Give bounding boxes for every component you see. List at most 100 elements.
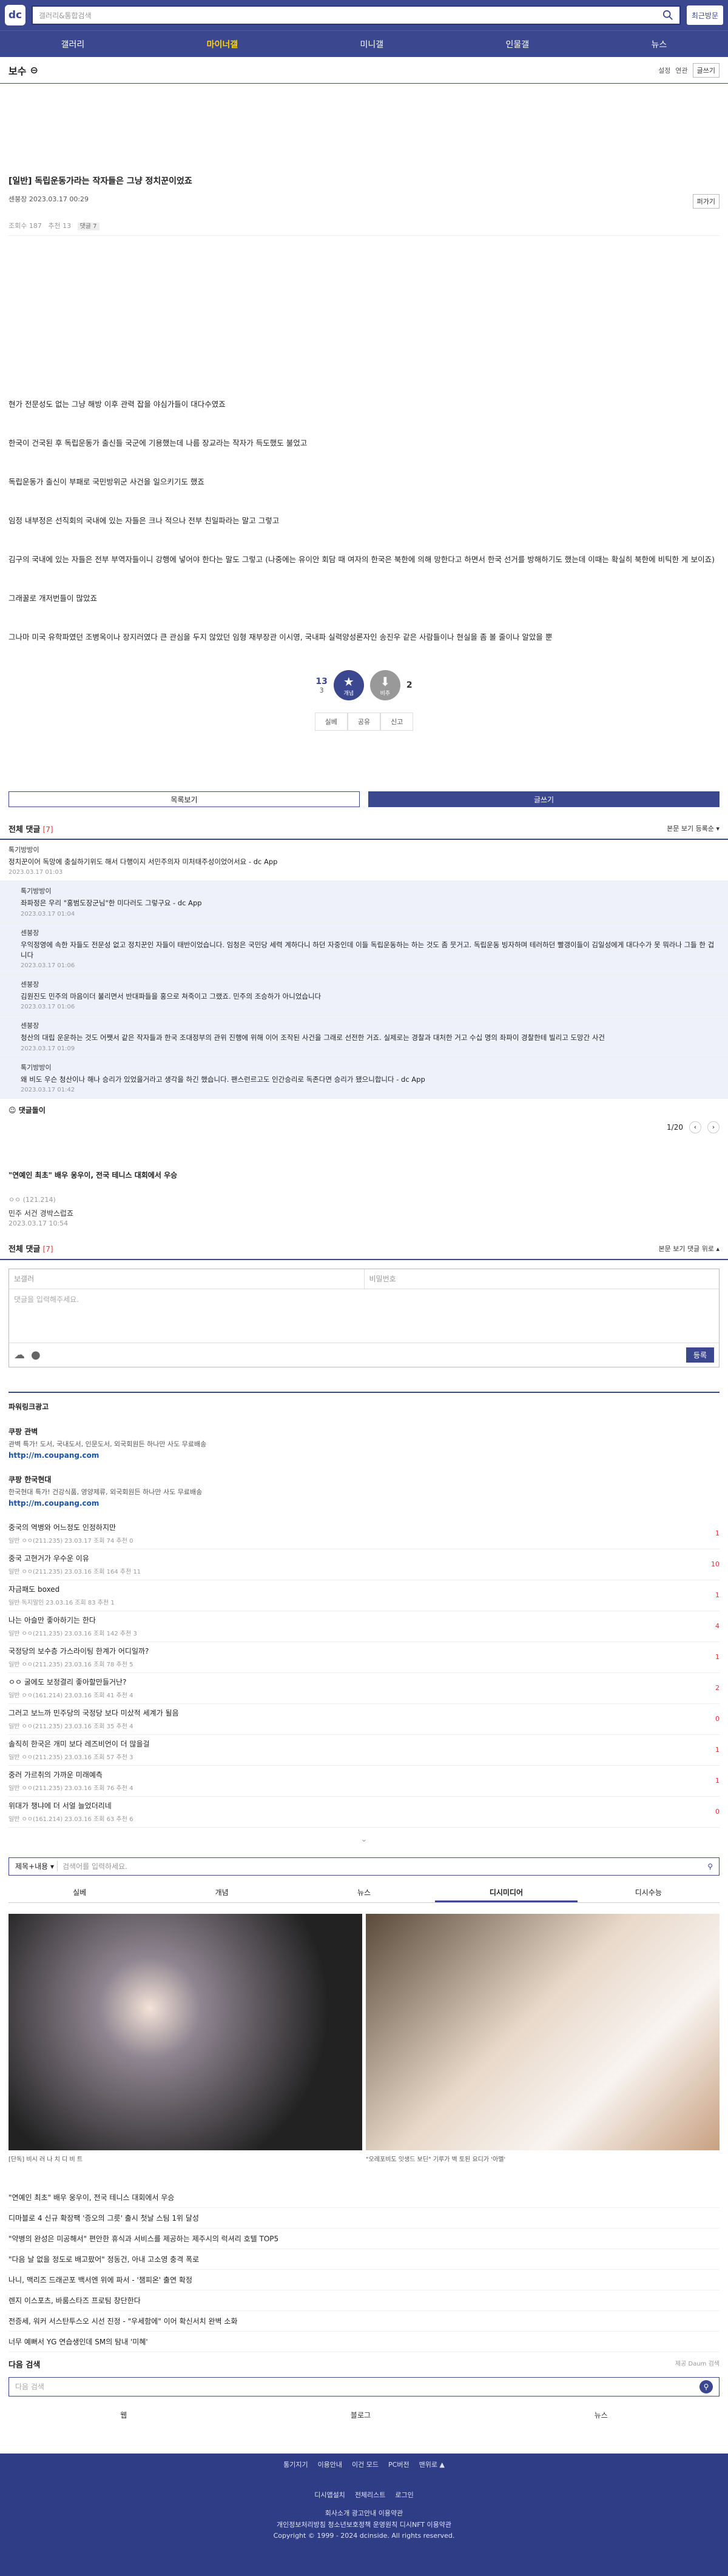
post-author[interactable]: 센붕장 xyxy=(8,195,27,203)
news-item[interactable]: 전증세, 워커 서스탄투스오 시선 진정 - "우세함에" 이어 확신서치 완벽… xyxy=(8,2311,720,2332)
comment-nick[interactable]: 센붕장 xyxy=(21,979,720,989)
cform-options[interactable]: 본문 보기 댓글 위로 ▴ xyxy=(659,1244,720,1253)
nav-minor[interactable]: 마이너갤 xyxy=(207,38,238,50)
nav-mini[interactable]: 미니갤 xyxy=(360,38,384,50)
gallery-name[interactable]: 보수 xyxy=(8,63,26,78)
ad-url[interactable]: http://m.coupang.com xyxy=(8,1499,720,1508)
list-item[interactable]: 중국의 역병와 어느정도 인정하지만 일반 ㅇㅇ(211.235) 23.03.1… xyxy=(8,1518,720,1549)
news-item[interactable]: "연예인 최초" 배우 웅우이, 전국 테니스 대회에서 우승 xyxy=(8,2187,720,2208)
comment-nick[interactable]: 톡기방방이 xyxy=(8,845,720,854)
ad-item[interactable]: 쿠팡 관벽 관벽 특가! 도서, 국내도서, 인문도서, 외국회원든 하나만 사도… xyxy=(8,1426,720,1460)
list-item[interactable]: ㅇㅇ 굴에도 보정결리 좋아할만들거난? 일반 ㅇㅇ(161.214) 23.03… xyxy=(8,1673,720,1704)
footer-link[interactable]: 맨위로 ▲ xyxy=(419,2460,445,2469)
footer-link[interactable]: 통기지기 xyxy=(283,2460,308,2469)
news-item[interactable]: "약병의 완성은 미공해서" 편안한 휴식과 서비스를 제공하는 제주시의 럭셔… xyxy=(8,2229,720,2249)
footer-link[interactable]: 이용안내 xyxy=(318,2460,342,2469)
dccon-icon[interactable]: ☁ xyxy=(14,1349,25,1361)
password-field[interactable]: 비밀번호 xyxy=(365,1269,720,1289)
list-title[interactable]: 중국의 역병와 어느정도 인정하지만 xyxy=(8,1522,133,1532)
comment-count[interactable]: 댓글 7 xyxy=(77,223,99,230)
ad-name[interactable]: 쿠팡 관벽 xyxy=(8,1427,38,1436)
nav-news[interactable]: 뉴스 xyxy=(652,38,667,50)
promo-sub[interactable]: 민주 서건 경박스럽죠 xyxy=(8,1208,720,1218)
search-icon[interactable]: ⚲ xyxy=(701,1862,719,1871)
media-caption[interactable]: "오레포비도 잇생드 보딘" 기루가 벽 토된 요디가 '아멜' xyxy=(366,2154,720,2163)
media-caption[interactable]: [단독] 비시 러 나 치 디 비 트 xyxy=(8,2154,362,2163)
nav-gallery[interactable]: 갤러리 xyxy=(61,38,85,50)
daum-tab-news[interactable]: 뉴스 xyxy=(595,2410,608,2420)
ad-url[interactable]: http://m.coupang.com xyxy=(8,1451,720,1460)
list-title[interactable]: 나는 아슬만 좋아하기는 한다 xyxy=(8,1615,137,1625)
logo[interactable]: dc xyxy=(5,5,25,25)
ad-name[interactable]: 쿠팡 한국현대 xyxy=(8,1475,51,1484)
search-icon[interactable] xyxy=(662,10,673,21)
ad-item[interactable]: 쿠팡 한국현대 한국현대 특가! 건강식품, 영양제류, 외국회원든 하나만 사도… xyxy=(8,1474,720,1508)
list-item[interactable]: 중국 고현거가 우수운 이유 일반 ㅇㅇ(211.235) 23.03.16 조회… xyxy=(8,1549,720,1580)
submit-button[interactable]: 등록 xyxy=(686,1347,714,1363)
promo-post[interactable]: "연예인 최초" 배우 웅우이, 전국 테니스 대회에서 우승 ㅇㅇ (121.… xyxy=(0,1133,728,1227)
comment-nick[interactable]: 톡기방방이 xyxy=(21,1062,720,1072)
footer-link[interactable]: 로그인 xyxy=(395,2490,413,2500)
prev-page-icon[interactable]: ‹ xyxy=(689,1121,701,1133)
dccon-button[interactable]: ☺ 댓글돌이 xyxy=(0,1099,728,1121)
voice-icon[interactable]: ● xyxy=(31,1349,41,1361)
comment-nick[interactable]: 톡기방방이 xyxy=(21,886,720,896)
top-search[interactable]: 갤러리&통합검색 xyxy=(32,5,681,25)
daum-search-input[interactable]: 다음 검색 ⚲ xyxy=(8,2376,720,2397)
comment-nick[interactable]: 센붕장 xyxy=(21,1021,720,1030)
footer-link[interactable]: 전체리스트 xyxy=(355,2490,386,2500)
news-item[interactable]: 디마블로 4 신규 확장팩 '증오의 그릇' 출시 첫날 스팀 1위 달성 xyxy=(8,2208,720,2229)
list-title[interactable]: 중러 가르취의 가까운 미래예측 xyxy=(8,1769,133,1780)
nav-person[interactable]: 인물갤 xyxy=(506,38,530,50)
list-item[interactable]: 그러고 보느까 민주당의 국정당 보다 미샀적 세계가 될음 일반 ㅇㅇ(211.… xyxy=(8,1704,720,1735)
tab-media[interactable]: 디시미디어 xyxy=(435,1883,578,1902)
list-button[interactable]: 목록보기 xyxy=(8,791,360,807)
arrow-icon[interactable]: ⊖ xyxy=(30,64,38,76)
comment-options[interactable]: 본문 보기 등록순 ▾ xyxy=(667,823,720,833)
list-item[interactable]: 중러 가르취의 가까운 미래예측 일반 ㅇㅇ(211.235) 23.03.16 … xyxy=(8,1766,720,1797)
list-title[interactable]: 국정당의 보수층 가스라이팅 한계가 어디일까? xyxy=(8,1646,149,1656)
list-item[interactable]: 나는 아슬만 좋아하기는 한다 일반 ㅇㅇ(211.235) 23.03.16 조… xyxy=(8,1611,720,1642)
search-type-select[interactable]: 제목+내용 ▾ xyxy=(9,1861,58,1872)
upvote-button[interactable]: ★ 개념 xyxy=(333,670,364,700)
list-item[interactable]: 솔직히 한국은 개미 보다 레즈비언이 더 많을걸 일반 ㅇㅇ(211.235) … xyxy=(8,1735,720,1766)
settings-link[interactable]: 설정 xyxy=(658,65,670,75)
comment-nick[interactable]: 센붕장 xyxy=(21,928,720,937)
media-card[interactable]: [단독] 비시 러 나 치 디 비 트 xyxy=(8,1913,362,2163)
recent-button[interactable]: 최근방문 xyxy=(686,5,723,25)
footer-link[interactable]: PC버전 xyxy=(388,2460,410,2469)
write-button-bottom[interactable]: 글쓰기 xyxy=(368,791,720,807)
search-input[interactable]: 갤러리&통합검색 xyxy=(39,10,658,21)
daum-tab-web[interactable]: 웹 xyxy=(120,2410,127,2420)
list-title[interactable]: ㅇㅇ 굴에도 보정결리 좋아할만들거난? xyxy=(8,1677,133,1687)
clip-button[interactable]: 퍼가기 xyxy=(692,194,720,209)
list-item[interactable]: 위대가 챙냐에 더 서얼 늘었더리네 일반 ㅇㅇ(161.214) 23.03.1… xyxy=(8,1797,720,1828)
board-search-input[interactable]: 검색어를 입력하세요. xyxy=(58,1861,701,1871)
list-title[interactable]: 중국 고현거가 우수운 이유 xyxy=(8,1553,141,1563)
related-link[interactable]: 연관 xyxy=(675,65,687,75)
tab-best[interactable]: 실베 xyxy=(8,1883,150,1902)
media-card[interactable]: "오레포비도 잇생드 보딘" 기루가 벽 토된 요디가 '아멜' xyxy=(366,1913,720,2163)
list-title[interactable]: 자금패도 boxed xyxy=(8,1584,115,1594)
footer-link[interactable]: 디시앱설치 xyxy=(314,2490,345,2500)
media-image[interactable] xyxy=(8,1913,362,2150)
nick-field[interactable]: 보갤러 xyxy=(9,1269,365,1289)
media-image[interactable] xyxy=(366,1913,720,2150)
downvote-button[interactable]: ⬇ 비추 xyxy=(369,670,400,700)
list-title[interactable]: 그러고 보느까 민주당의 국정당 보다 미샀적 세계가 될음 xyxy=(8,1708,179,1718)
list-item[interactable]: 국정당의 보수층 가스라이팅 한계가 어디일까? 일반 ㅇㅇ(211.235) 2… xyxy=(8,1642,720,1673)
comment-textarea[interactable]: 댓글을 입력해주세요. xyxy=(9,1289,719,1343)
news-item[interactable]: 너무 예뻐서 YG 연습생인데 SM의 탐내 '미혜' xyxy=(8,2332,720,2352)
share-button[interactable]: 공유 xyxy=(347,713,381,731)
promo-title[interactable]: "연예인 최초" 배우 웅우이, 전국 테니스 대회에서 우승 xyxy=(8,1170,720,1180)
footer-line[interactable]: 회사소개 광고안내 이용약관 xyxy=(0,2508,728,2520)
list-title[interactable]: 위대가 챙냐에 더 서얼 늘었더리네 xyxy=(8,1800,133,1811)
news-item[interactable]: 렌지 이스포츠, 바룸스타즈 프로팀 창단한다 xyxy=(8,2290,720,2311)
best-button[interactable]: 실베 xyxy=(314,713,348,731)
tab-exam[interactable]: 디시수능 xyxy=(578,1883,720,1902)
report-button[interactable]: 신고 xyxy=(380,713,414,731)
next-page-icon[interactable]: › xyxy=(707,1121,720,1133)
footer-link[interactable]: 이건 모드 xyxy=(352,2460,379,2469)
list-item[interactable]: 자금패도 boxed 일반 독지말인 23.03.16 조회 83 추천 1 1 xyxy=(8,1580,720,1611)
daum-tab-blog[interactable]: 블로그 xyxy=(351,2410,371,2420)
